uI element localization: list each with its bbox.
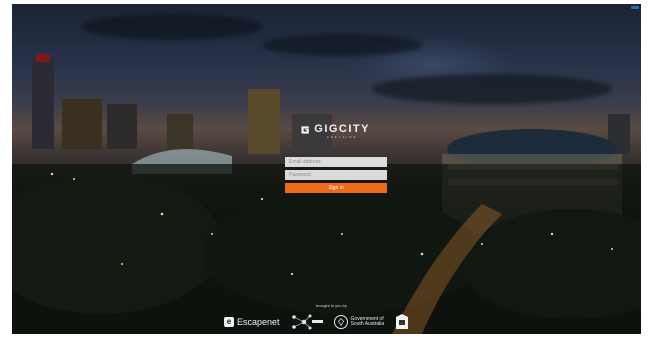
email-field[interactable] bbox=[285, 157, 387, 167]
escapenet-label: Escapenet bbox=[237, 317, 280, 327]
escapenet-logo: e Escapenet bbox=[224, 317, 280, 327]
gigcity-logo: GIGCITY ADELAIDE bbox=[300, 123, 370, 149]
login-background bbox=[12, 4, 641, 334]
south-australia-brand-icon bbox=[396, 314, 409, 329]
network-nodes-logo-icon bbox=[291, 314, 323, 330]
corner-indicator bbox=[631, 6, 639, 9]
password-field[interactable] bbox=[285, 170, 387, 180]
city-skyline-image bbox=[12, 54, 641, 334]
brand-subtitle: ADELAIDE bbox=[326, 135, 358, 139]
government-crest-icon bbox=[333, 315, 348, 329]
brand-name: GIGCITY bbox=[314, 123, 370, 135]
sponsor-logos: e Escapenet Government of South Australi… bbox=[224, 313, 410, 331]
sign-in-button[interactable]: Sign in bbox=[285, 183, 387, 193]
government-sa-logo: Government of South Australia bbox=[333, 315, 385, 329]
gigcity-logo-mark-icon bbox=[301, 126, 309, 134]
escapenet-mark-icon: e bbox=[224, 317, 234, 327]
government-line-2: South Australia bbox=[350, 321, 385, 327]
brought-to-you-label: brought to you by bbox=[316, 303, 347, 308]
